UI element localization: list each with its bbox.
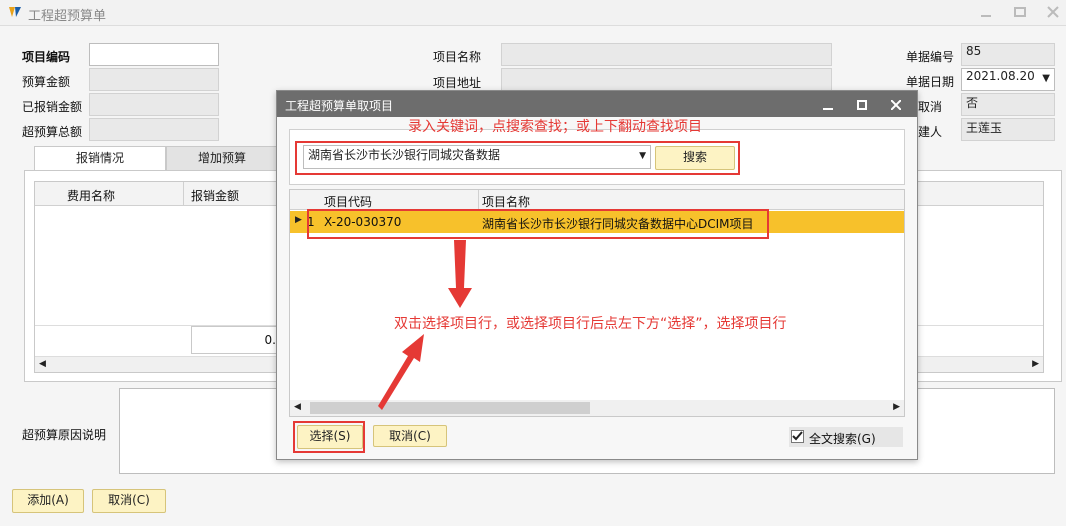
doc-number-value: 85	[966, 44, 982, 58]
fulltext-label: 全文搜索(G)	[809, 432, 876, 446]
over-budget-total-field	[89, 118, 219, 141]
budget-amount-label: 预算金额	[22, 75, 71, 89]
annotation-arrow-up-icon	[378, 334, 424, 410]
dialog-title: 工程超预算单取项目	[285, 99, 394, 113]
project-name-label: 项目名称	[433, 50, 482, 64]
project-address-label: 项目地址	[433, 76, 482, 90]
tab-reimbursement-label: 报销情况	[75, 151, 124, 165]
grid-footer-total-value: 0.	[264, 333, 276, 347]
title-bar: 工程超预算单	[0, 0, 1066, 26]
project-address-field	[501, 68, 832, 91]
scrollbar-thumb[interactable]	[310, 402, 590, 414]
reimbursed-amount-field	[89, 93, 219, 116]
dialog-maximize-icon[interactable]	[857, 99, 867, 110]
minimize-icon[interactable]	[980, 6, 992, 18]
project-code-input[interactable]	[89, 43, 219, 66]
annotation-hint-middle: 双击选择项目行，或选择项目行后点左下方“选择”，选择项目行	[394, 316, 787, 332]
project-name-field	[501, 43, 832, 66]
dialog-close-icon[interactable]	[890, 99, 902, 111]
annotation-select-box	[293, 421, 365, 453]
doc-date-value: 2021.08.20	[966, 69, 1035, 83]
tab-add-budget-label: 增加预算	[197, 151, 246, 165]
tab-reimbursement[interactable]: 报销情况	[34, 146, 166, 170]
row-indicator-icon: ▶	[295, 215, 302, 225]
doc-number-field: 85	[961, 43, 1055, 66]
dialog-title-bar: 工程超预算单取项目	[277, 91, 917, 117]
dialog-cancel-button[interactable]: 取消(C)	[373, 425, 447, 447]
maximize-icon[interactable]	[1014, 6, 1026, 18]
doc-number-label: 单据编号	[906, 50, 955, 64]
dialog-minimize-icon[interactable]	[823, 99, 833, 110]
over-budget-total-label: 超预算总额	[22, 125, 83, 139]
annotation-hint-top: 录入关键词，点搜索查找；或上下翻动查找项目	[408, 119, 702, 135]
close-icon[interactable]	[1047, 6, 1059, 18]
col-project-code: 项目代码	[324, 195, 373, 209]
reimbursed-amount-label: 已报销金额	[22, 100, 83, 114]
annotation-row-box	[307, 209, 769, 239]
tab-add-budget[interactable]: 增加预算	[166, 146, 278, 170]
fulltext-checkbox[interactable]	[791, 430, 804, 443]
creator-field: 王莲玉	[961, 118, 1055, 141]
creator-value: 王莲玉	[966, 121, 1003, 135]
project-grid-header: 项目代码 项目名称	[290, 190, 904, 210]
col-project-name: 项目名称	[482, 195, 531, 209]
window-title: 工程超预算单	[28, 9, 107, 24]
grid-col-expense-name: 费用名称	[67, 189, 116, 203]
budget-amount-field	[89, 68, 219, 91]
doc-date-label: 单据日期	[906, 75, 955, 89]
app-logo-icon	[8, 5, 22, 19]
annotation-search-box	[295, 141, 740, 175]
grid-col-reimbursed: 报销金额	[191, 189, 240, 203]
fulltext-search-option[interactable]: 全文搜索(G)	[789, 427, 903, 447]
cancel-status-label: 取消	[918, 100, 943, 114]
project-code-label: 项目编码	[22, 50, 71, 64]
annotation-arrow-down-icon	[448, 240, 472, 308]
add-button[interactable]: 添加(A)	[12, 489, 84, 513]
cancel-button[interactable]: 取消(C)	[92, 489, 166, 513]
grid-footer-total: 0.	[191, 326, 281, 354]
doc-date-picker[interactable]: 2021.08.20 ▼	[961, 68, 1055, 91]
creator-label: 建人	[918, 125, 943, 139]
reason-label: 超预算原因说明	[22, 428, 107, 442]
cancel-status-field: 否	[961, 93, 1055, 116]
chevron-down-icon[interactable]: ▼	[1042, 73, 1050, 84]
cancel-status-value: 否	[966, 96, 979, 110]
